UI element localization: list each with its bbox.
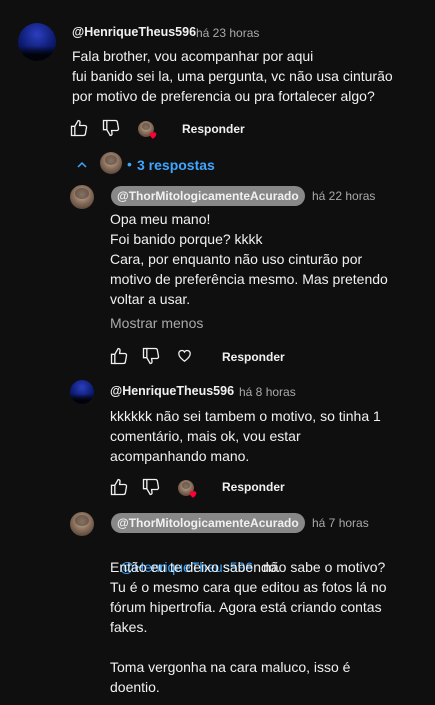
- reply-text-line-2: comentário, mais ok, vou estar: [110, 428, 301, 444]
- show-less-button[interactable]: Mostrar menos: [110, 315, 203, 331]
- avatar[interactable]: [18, 23, 56, 61]
- reply-text-line-3: Cara, por enquanto não uso cinturão por: [110, 251, 363, 267]
- reply-author[interactable]: @ThorMitologicamenteAcurado: [111, 186, 305, 206]
- reply-text-line-3: Tu é o mesmo cara que editou as fotos lá…: [110, 579, 387, 595]
- comment-text-line-3: por motivo de preferencia ou pra fortale…: [72, 88, 375, 104]
- reply-text-line-5: voltar a usar.: [110, 291, 191, 307]
- comment-time[interactable]: há 23 horas: [196, 26, 259, 40]
- reply-text-line-1: Opa meu mano!: [110, 211, 211, 227]
- reply-time[interactable]: há 7 horas: [312, 516, 369, 530]
- comment-text-line-1: Fala brother, vou acompanhar por aqui: [72, 48, 314, 64]
- reply-text-mention-rest: não sabe o motivo?: [263, 559, 386, 575]
- reply-time[interactable]: há 22 horas: [312, 189, 375, 203]
- reply-time[interactable]: há 8 horas: [239, 385, 296, 399]
- dislike-icon[interactable]: [141, 477, 161, 497]
- replies-toggle[interactable]: 3 respostas: [137, 157, 215, 173]
- reply-text-line-5: fakes.: [110, 619, 148, 635]
- reply-button[interactable]: Responder: [222, 350, 285, 364]
- like-icon[interactable]: [109, 346, 129, 366]
- reply-author[interactable]: @ThorMitologicamenteAcurado: [111, 513, 305, 533]
- comment-text-line-2: fui banido sei la, uma pergunta, vc não …: [72, 68, 393, 84]
- replies-avatar: [100, 152, 122, 174]
- heart-icon: [149, 132, 157, 139]
- reply-text-line-2: Então eu te deixo sabendo.: [110, 559, 281, 575]
- avatar[interactable]: [70, 380, 94, 404]
- avatar[interactable]: [70, 512, 94, 536]
- reply-text-line-2: Foi banido porque? kkkk: [110, 231, 263, 247]
- heart-icon: [189, 491, 197, 498]
- like-icon[interactable]: [69, 118, 89, 138]
- reply-text-line-4: motivo de preferência mesmo. Mas pretend…: [110, 271, 388, 287]
- reply-text-line-4: fórum hipertrofia. Agora está criando co…: [110, 599, 382, 615]
- dislike-icon[interactable]: [141, 346, 161, 366]
- reply-text-line-1: kkkkkk não sei tambem o motivo, so tinha…: [110, 408, 381, 424]
- chevron-up-icon[interactable]: [76, 159, 88, 171]
- avatar[interactable]: [70, 185, 94, 209]
- reply-button[interactable]: Responder: [182, 122, 245, 136]
- replies-separator: •: [127, 156, 132, 172]
- comment-author[interactable]: @HenriqueTheus596: [72, 25, 196, 39]
- heart-outline-icon[interactable]: [176, 347, 193, 364]
- reply-button[interactable]: Responder: [222, 480, 285, 494]
- reply-text-line-3: acompanhando mano.: [110, 448, 250, 464]
- reply-text-line-6: Toma vergonha na cara maluco, isso é: [110, 659, 351, 675]
- reply-author[interactable]: @HenriqueTheus596: [110, 384, 234, 398]
- dislike-icon[interactable]: [101, 118, 121, 138]
- like-icon[interactable]: [109, 477, 129, 497]
- reply-text-line-7: doentio.: [110, 679, 160, 695]
